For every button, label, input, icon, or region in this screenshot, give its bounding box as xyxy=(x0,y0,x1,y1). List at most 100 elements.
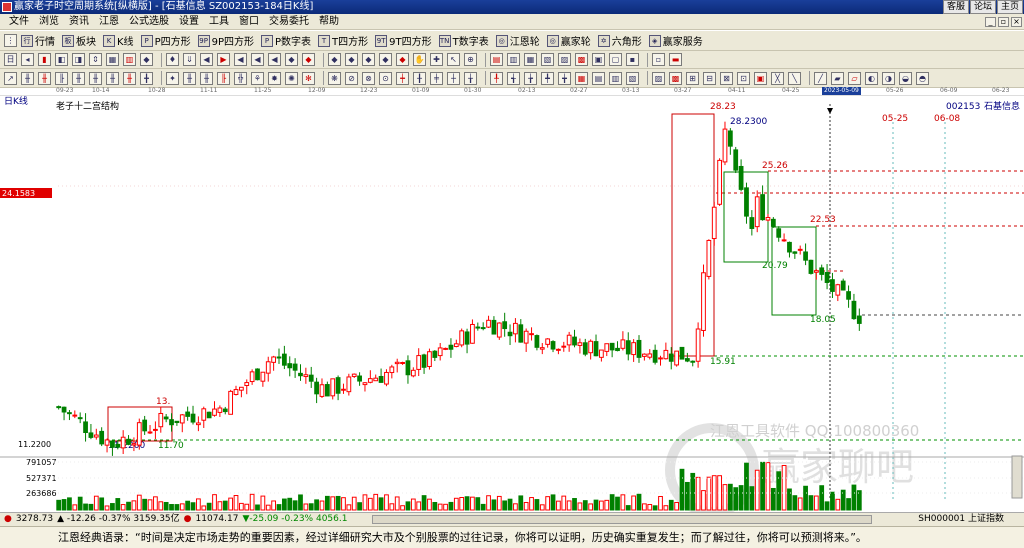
candle-body[interactable] xyxy=(276,356,282,359)
analysis-tool-icon[interactable]: ⊡ xyxy=(737,71,750,85)
analysis-tool-icon[interactable]: ◓ xyxy=(916,71,929,85)
analysis-tool-icon[interactable]: ⊟ xyxy=(703,71,716,85)
candle-body[interactable] xyxy=(169,419,174,426)
candle-body[interactable] xyxy=(303,374,309,378)
candle-body[interactable] xyxy=(690,360,696,363)
candle-body[interactable] xyxy=(432,350,438,358)
analysis-tool-icon[interactable]: ╇ xyxy=(541,71,554,85)
toolbar-button-7[interactable]: 9T 9T四方形 xyxy=(375,33,432,48)
candle-body[interactable] xyxy=(695,328,701,362)
analysis-tool-icon[interactable]: ◐ xyxy=(865,71,878,85)
drawing-tool-icon[interactable]: ◆ xyxy=(140,53,153,66)
analysis-tool-icon[interactable]: ⊙ xyxy=(379,71,392,85)
current-index[interactable]: SH000001 上证指数 xyxy=(918,513,1004,526)
candle-body[interactable] xyxy=(851,300,857,320)
candle-body[interactable] xyxy=(599,349,604,358)
candle-body[interactable] xyxy=(625,340,631,355)
candle-body[interactable] xyxy=(357,375,362,382)
analysis-tool-icon[interactable]: ╬ xyxy=(234,71,247,85)
candle-body[interactable] xyxy=(287,363,293,369)
toolbar-button-8[interactable]: TN T数字表 xyxy=(438,33,489,48)
candle-body[interactable] xyxy=(475,326,481,329)
candle-body[interactable] xyxy=(787,241,792,253)
candle-body[interactable] xyxy=(206,411,212,419)
menu-help[interactable]: 帮助 xyxy=(314,15,344,29)
drawing-tool-icon[interactable]: ✚ xyxy=(430,53,443,66)
drawing-tool-icon[interactable]: ▬ xyxy=(669,53,682,66)
candle-body[interactable] xyxy=(491,319,497,335)
candle-body[interactable] xyxy=(502,321,508,330)
candle-body[interactable] xyxy=(120,436,126,449)
menu-trade[interactable]: 交易委托 xyxy=(264,15,314,29)
analysis-tool-icon[interactable]: ⊞ xyxy=(686,71,699,85)
analysis-tool-icon[interactable]: ╫ xyxy=(38,71,51,85)
candle-body[interactable] xyxy=(593,341,599,357)
candle-body[interactable] xyxy=(67,412,72,415)
drawing-tool-icon[interactable]: ⇕ xyxy=(89,53,102,66)
candle-body[interactable] xyxy=(163,416,169,420)
candle-body[interactable] xyxy=(652,349,658,363)
candle-body[interactable] xyxy=(437,347,443,357)
candle-body[interactable] xyxy=(507,331,513,337)
drawing-tool-icon[interactable]: ◆ xyxy=(345,53,358,66)
analysis-tool-icon[interactable]: ╈ xyxy=(558,71,571,85)
candle-body[interactable] xyxy=(136,422,142,446)
drawing-tool-icon[interactable]: ⊕ xyxy=(464,53,477,66)
drawing-tool-icon[interactable]: ▧ xyxy=(541,53,554,66)
candle-body[interactable] xyxy=(265,361,271,374)
candle-body[interactable] xyxy=(480,327,486,330)
candle-body[interactable] xyxy=(803,251,808,261)
candle-body[interactable] xyxy=(394,361,400,365)
drawing-tool-icon[interactable]: ▩ xyxy=(575,53,588,66)
candle-body[interactable] xyxy=(529,333,534,336)
candle-body[interactable] xyxy=(346,376,352,393)
analysis-tool-icon[interactable]: ╪ xyxy=(430,71,443,85)
candle-body[interactable] xyxy=(679,346,685,360)
candle-body[interactable] xyxy=(405,360,411,376)
drawing-tool-icon[interactable]: ▦ xyxy=(106,53,119,66)
candle-body[interactable] xyxy=(249,371,255,383)
candle-body[interactable] xyxy=(717,159,722,205)
candle-body[interactable] xyxy=(77,417,83,420)
candle-body[interactable] xyxy=(615,347,620,352)
candle-body[interactable] xyxy=(147,431,153,434)
toolbar-button-9[interactable]: ◎ 江恩轮 xyxy=(495,33,540,48)
restore-icon[interactable]: ▫ xyxy=(998,16,1009,27)
candle-body[interactable] xyxy=(373,377,379,382)
analysis-tool-icon[interactable]: ╫ xyxy=(183,71,196,85)
drawing-tool-icon[interactable]: ◧ xyxy=(55,53,68,66)
candle-body[interactable] xyxy=(550,341,556,350)
minimize-icon[interactable]: _ xyxy=(985,16,996,27)
candle-body[interactable] xyxy=(244,382,250,387)
candle-body[interactable] xyxy=(351,373,357,377)
candle-body[interactable] xyxy=(545,338,551,345)
drawing-tool-icon[interactable]: ◆ xyxy=(396,53,409,66)
drawing-tool-icon[interactable]: ◀ xyxy=(200,53,213,66)
candle-body[interactable] xyxy=(416,355,422,370)
candle-body[interactable] xyxy=(641,353,647,357)
toolbar-button-11[interactable]: ✡ 六角形 xyxy=(597,33,642,48)
candle-body[interactable] xyxy=(427,351,432,367)
analysis-tool-icon[interactable]: ❋ xyxy=(328,71,341,85)
candle-body[interactable] xyxy=(701,272,706,331)
candle-body[interactable] xyxy=(577,342,583,346)
candle-body[interactable] xyxy=(620,339,626,349)
candle-body[interactable] xyxy=(674,350,680,366)
candle-body[interactable] xyxy=(765,216,771,221)
analysis-tool-icon[interactable]: ◑ xyxy=(882,71,895,85)
candle-body[interactable] xyxy=(335,377,341,394)
analysis-tool-icon[interactable]: ▦ xyxy=(575,71,588,85)
candle-body[interactable] xyxy=(330,378,336,397)
candle-body[interactable] xyxy=(448,344,454,350)
candle-body[interactable] xyxy=(835,284,841,296)
analysis-tool-icon[interactable]: ╆ xyxy=(524,71,537,85)
candle-body[interactable] xyxy=(228,390,234,415)
kline-svg[interactable]: 江恩工具软件 QQ:100800360赢家聊吧日K线 老子十二宫结构 002153 石… xyxy=(0,96,1024,512)
candle-body[interactable] xyxy=(131,443,137,446)
candle-body[interactable] xyxy=(324,384,330,397)
candle-body[interactable] xyxy=(99,430,105,445)
candle-body[interactable] xyxy=(470,323,475,344)
candle-body[interactable] xyxy=(298,372,303,377)
drawing-tool-icon[interactable]: ▶ xyxy=(217,53,230,66)
drawing-tool-icon[interactable]: ▥ xyxy=(507,53,520,66)
